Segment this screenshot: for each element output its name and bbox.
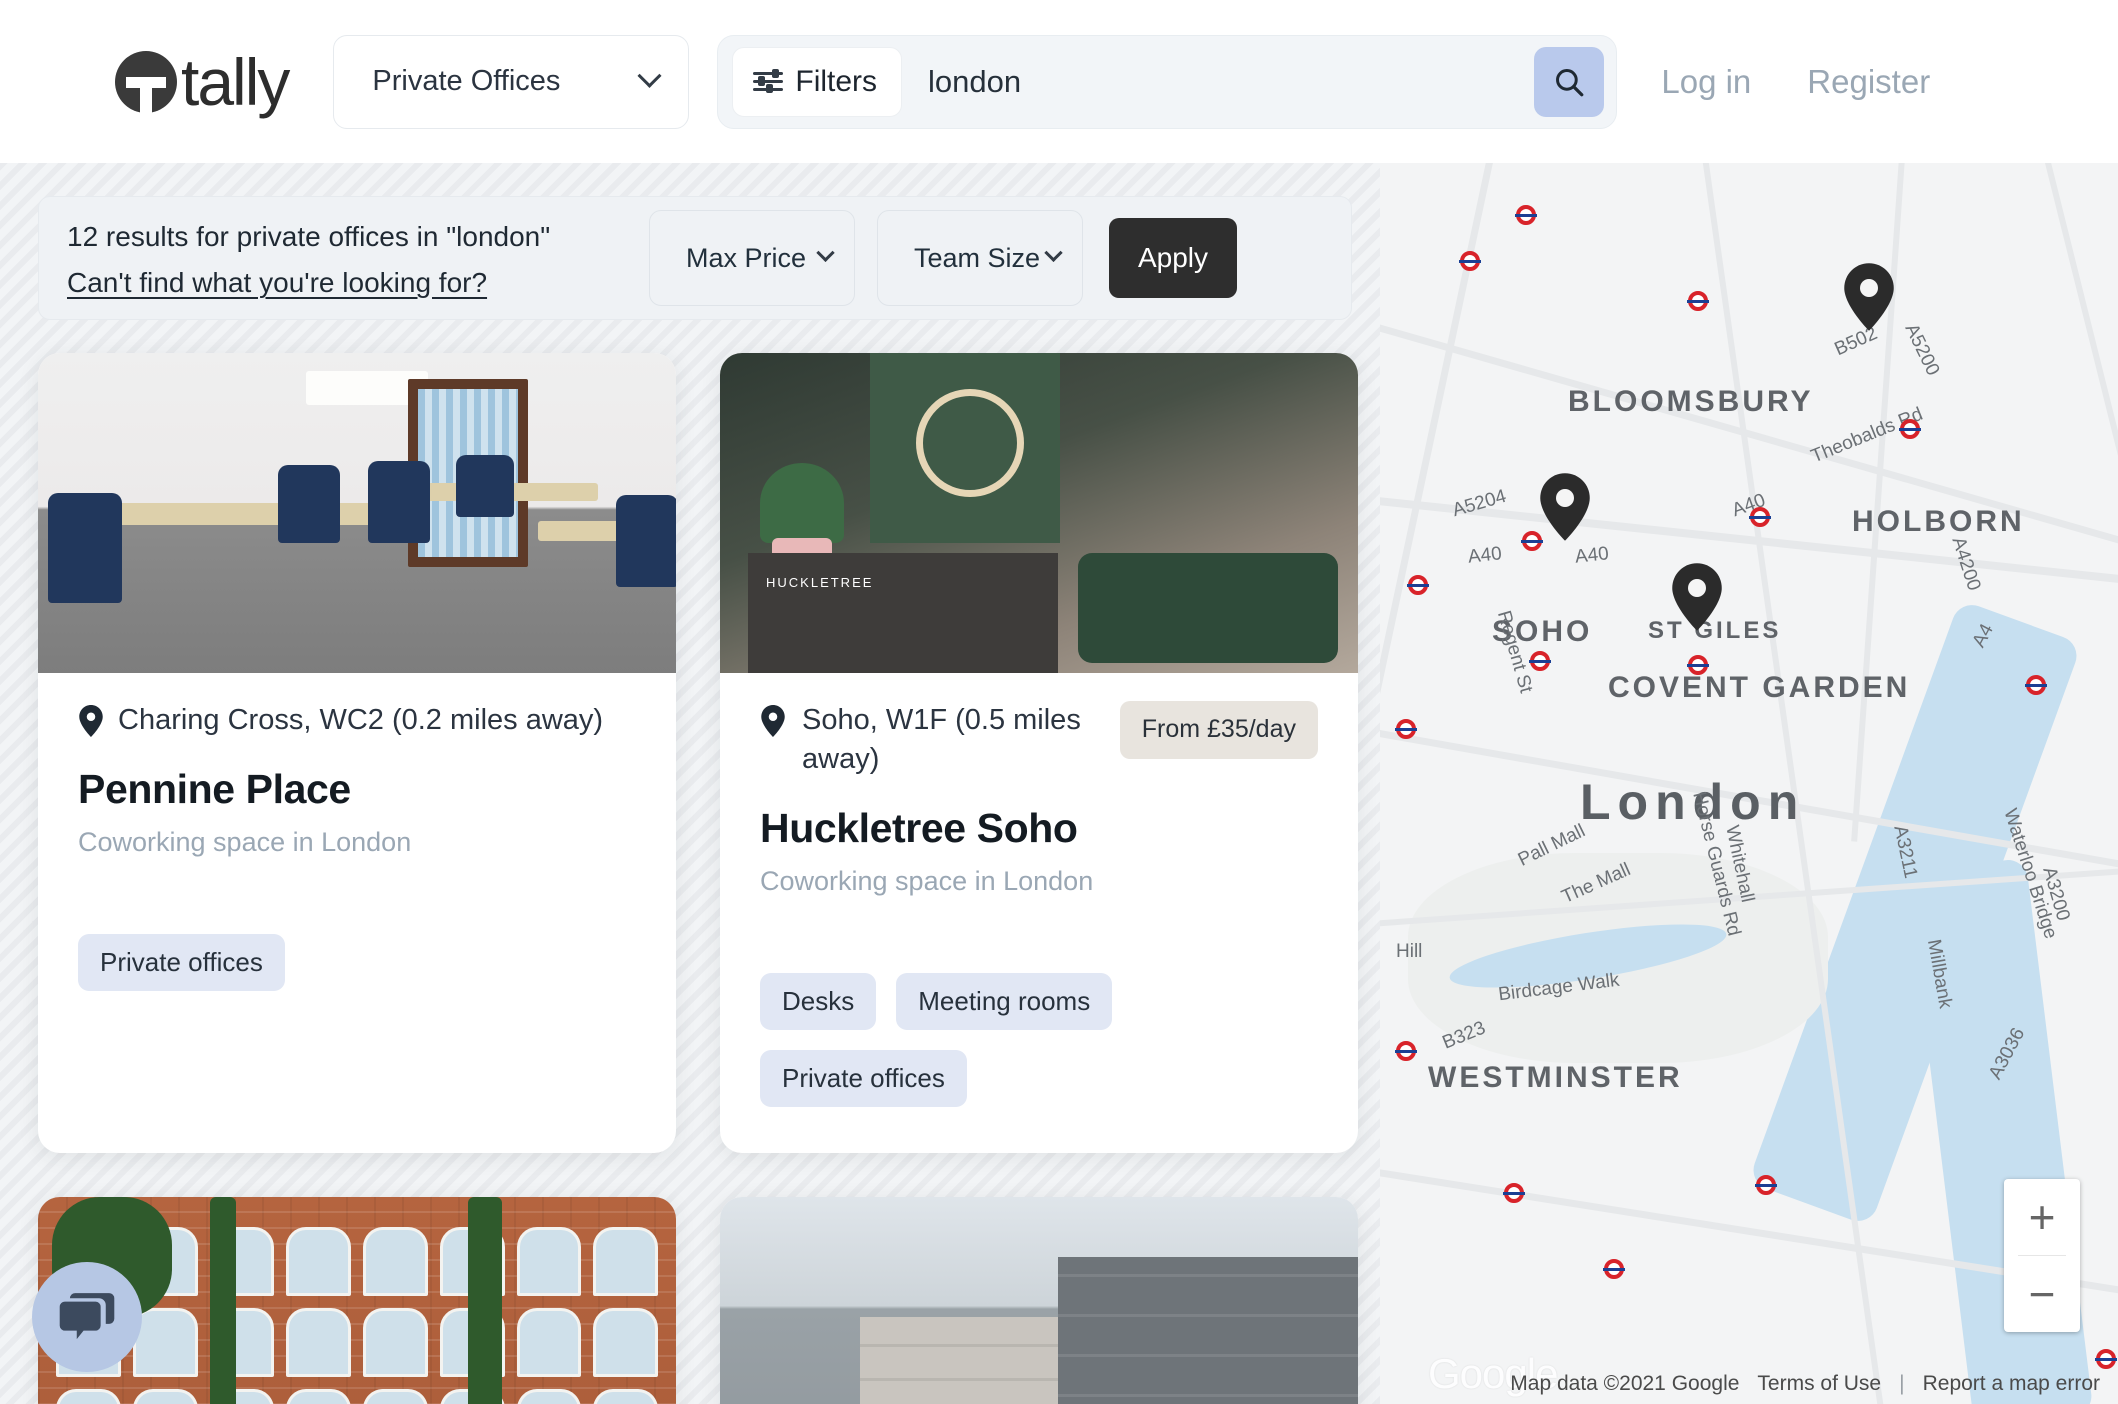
listing-subtitle: Coworking space in London <box>760 866 1094 897</box>
top-header: tally Private Offices Filters Log in Reg… <box>0 0 2118 163</box>
report-map-error-link[interactable]: Report a map error <box>1923 1372 2100 1396</box>
main-content: 12 results for private offices in "londo… <box>0 163 2118 1404</box>
map-marker[interactable] <box>1670 563 1724 636</box>
listing-card-body: Charing Cross, WC2 (0.2 miles away) Penn… <box>38 673 676 1037</box>
grey-building-photo <box>720 1197 1358 1404</box>
filters-sliders-icon <box>753 68 784 95</box>
search-submit-button[interactable] <box>1534 46 1605 117</box>
separator: | <box>1899 1372 1905 1395</box>
max-price-label: Max Price <box>686 242 807 273</box>
max-price-dropdown[interactable]: Max Price <box>649 210 855 306</box>
team-size-dropdown[interactable]: Team Size <box>877 210 1083 306</box>
map-attribution-bar: Map data ©2021 Google Terms of Use | Rep… <box>1510 1372 2100 1396</box>
map-pane[interactable]: BLOOMSBURY HOLBORN SOHO ST GILES COVENT … <box>1380 163 2118 1404</box>
listing-card[interactable] <box>720 1197 1358 1404</box>
map-marker[interactable] <box>1538 473 1592 546</box>
listing-location-row: Charing Cross, WC2 (0.2 miles away) <box>78 701 636 740</box>
category-dropdown-label: Private Offices <box>372 65 561 97</box>
filters-button-label: Filters <box>795 64 878 98</box>
results-summary: 12 results for private offices in "londo… <box>67 217 627 300</box>
location-pin-icon <box>79 705 103 737</box>
tube-station-icon <box>1899 419 1921 439</box>
listing-tag[interactable]: Private offices <box>760 1050 967 1108</box>
listing-location-row: Soho, W1F (0.5 miles away) From £35/day <box>760 701 1318 779</box>
register-link[interactable]: Register <box>1807 63 1930 101</box>
tube-station-icon <box>1515 205 1537 225</box>
listing-location-text: Charing Cross, WC2 (0.2 miles away) <box>118 704 604 736</box>
tube-station-icon <box>1749 507 1771 527</box>
listing-card[interactable]: HUCKLETREE Soho, W1F (0.5 miles away) Fr… <box>720 353 1358 1154</box>
chat-widget-button[interactable] <box>32 1262 142 1372</box>
listing-tag[interactable]: Meeting rooms <box>896 973 1113 1031</box>
listing-price-badge: From £35/day <box>1119 701 1318 759</box>
listing-card-body: Soho, W1F (0.5 miles away) From £35/day … <box>720 673 1358 1153</box>
results-pane: 12 results for private offices in "londo… <box>0 163 1380 1404</box>
tube-station-icon <box>1395 1041 1417 1061</box>
huckletree-interior-photo: HUCKLETREE <box>720 353 1358 673</box>
results-filter-bar: 12 results for private offices in "londo… <box>38 196 1352 320</box>
team-size-label: Team Size <box>914 242 1041 273</box>
tube-station-icon <box>1603 1259 1625 1279</box>
listing-card[interactable]: Charing Cross, WC2 (0.2 miles away) Penn… <box>38 353 676 1154</box>
tube-station-icon <box>1503 1183 1525 1203</box>
map-zoom-controls: + − <box>2004 1179 2080 1332</box>
listing-location-text: Soho, W1F (0.5 miles away) <box>802 704 1081 776</box>
location-pin-icon <box>761 705 785 737</box>
map-zoom-in-button[interactable]: + <box>2004 1179 2080 1255</box>
tube-station-icon <box>1395 719 1417 739</box>
tube-station-icon <box>1459 251 1481 271</box>
search-bar: Filters <box>717 34 1618 129</box>
tally-logo-icon <box>115 50 177 113</box>
auth-links: Log in Register <box>1661 63 1930 101</box>
listing-subtitle: Coworking space in London <box>78 827 412 858</box>
search-icon <box>1556 68 1584 96</box>
tube-station-icon <box>1687 291 1709 311</box>
chevron-down-icon <box>637 63 662 88</box>
tube-station-icon <box>2025 675 2047 695</box>
category-dropdown[interactable]: Private Offices <box>333 34 690 129</box>
cant-find-link[interactable]: Can't find what you're looking for? <box>67 267 487 299</box>
brand-logo[interactable]: tally <box>115 44 290 119</box>
filters-button[interactable]: Filters <box>732 46 903 117</box>
listing-title: Huckletree Soho <box>760 805 1078 852</box>
results-card-grid: Charing Cross, WC2 (0.2 miles away) Penn… <box>0 320 1380 1404</box>
search-input[interactable] <box>902 63 1535 100</box>
login-link[interactable]: Log in <box>1661 63 1751 101</box>
listing-tag[interactable]: Private offices <box>78 934 285 992</box>
tube-station-icon <box>1407 575 1429 595</box>
map-data-attribution: Map data ©2021 Google <box>1510 1372 1740 1395</box>
terms-of-use-link[interactable]: Terms of Use <box>1757 1372 1881 1396</box>
brand-name: tally <box>181 44 290 119</box>
chevron-down-icon <box>816 243 835 262</box>
listing-tags: Desks Meeting rooms Private offices <box>760 973 1318 1108</box>
listing-tag[interactable]: Desks <box>760 973 877 1031</box>
chat-bubble-icon <box>59 1293 115 1340</box>
apply-button[interactable]: Apply <box>1109 218 1237 298</box>
map-marker[interactable] <box>1842 263 1896 336</box>
office-desks-photo <box>38 353 676 673</box>
tube-station-icon <box>2095 1349 2117 1369</box>
listing-title: Pennine Place <box>78 766 351 813</box>
tube-station-icon <box>1755 1175 1777 1195</box>
map-zoom-out-button[interactable]: − <box>2004 1256 2080 1332</box>
listing-tags: Private offices <box>78 934 636 992</box>
tube-station-icon <box>1687 655 1709 675</box>
chevron-down-icon <box>1044 243 1063 262</box>
tube-station-icon <box>1529 651 1551 671</box>
results-count-text: 12 results for private offices in "londo… <box>67 220 551 252</box>
